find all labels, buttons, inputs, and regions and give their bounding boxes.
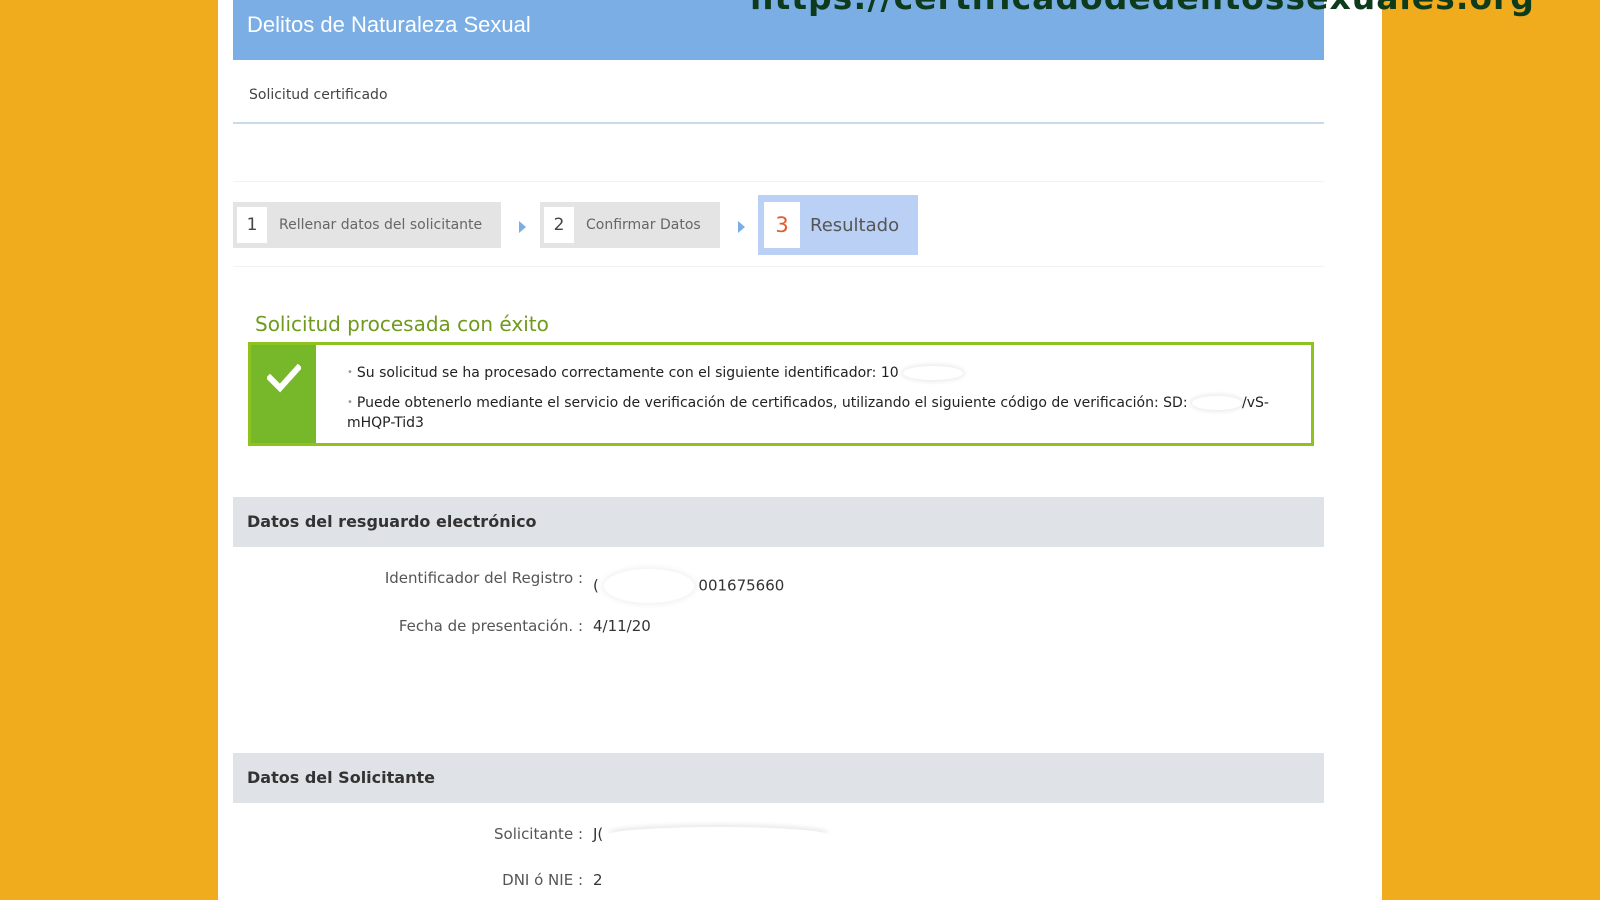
solicitante-value: J( [593,825,829,843]
page-subtitle: Solicitud certificado [249,87,388,103]
redacted-value [1192,396,1242,410]
fecha-label: Fecha de presentación. : [398,617,583,635]
redacted-value [608,826,829,843]
message-text: Su solicitud se ha procesado correctamen… [356,365,899,381]
step-2[interactable]: 2 Confirmar Datos [540,202,720,248]
divider [233,266,1324,267]
page-header-title: Delitos de Naturaleza Sexual [247,12,531,37]
step-number: 2 [544,207,574,243]
registro-value: ( 001675660 [593,569,784,603]
step-1[interactable]: 1 Rellenar datos del solicitante [233,202,501,248]
step-label: Confirmar Datos [586,217,701,233]
registro-value-suffix: 001675660 [698,576,785,595]
redacted-value [603,569,694,603]
section-header-resguardo: Datos del resguardo electrónico [233,497,1324,547]
registro-label: Identificador del Registro : [384,569,583,587]
solicitante-value-text: J( [593,825,604,843]
step-number: 1 [237,207,267,243]
dni-value: 2 [593,871,603,889]
step-label: Resultado [810,214,900,236]
step-3-active[interactable]: 3 Resultado [758,195,918,255]
success-icon-area [251,345,316,443]
chevron-right-icon [738,221,745,233]
bullet: • [347,367,353,378]
success-message-identifier: • Su solicitud se ha procesado correctame… [347,363,964,383]
message-text: Puede obtenerlo mediante el servicio de … [356,395,1188,411]
success-heading: Solicitud procesada con éxito [255,312,549,336]
fecha-value: 4/11/20 [593,617,651,635]
chevron-right-icon [519,221,526,233]
bullet: • [347,397,353,408]
registro-value-prefix: ( [593,576,599,595]
section-title: Datos del resguardo electrónico [247,512,537,531]
solicitante-label: Solicitante : [494,825,583,843]
section-header-solicitante: Datos del Solicitante [233,753,1324,803]
check-icon [267,363,301,393]
divider [233,122,1324,124]
site-url-watermark: https://certificadodedelitossexuales.org [750,0,1535,17]
step-number: 3 [764,202,800,248]
step-label: Rellenar datos del solicitante [279,217,483,233]
redacted-value [903,366,964,380]
divider [233,181,1324,182]
success-message-box: • Su solicitud se ha procesado correctame… [248,342,1314,446]
section-title: Datos del Solicitante [247,768,435,787]
success-message-verification: • Puede obtenerlo mediante el servicio de… [347,393,1282,433]
dni-label: DNI ó NIE : [502,871,583,889]
page-panel: Delitos de Naturaleza Sexual Solicitud c… [218,0,1382,900]
